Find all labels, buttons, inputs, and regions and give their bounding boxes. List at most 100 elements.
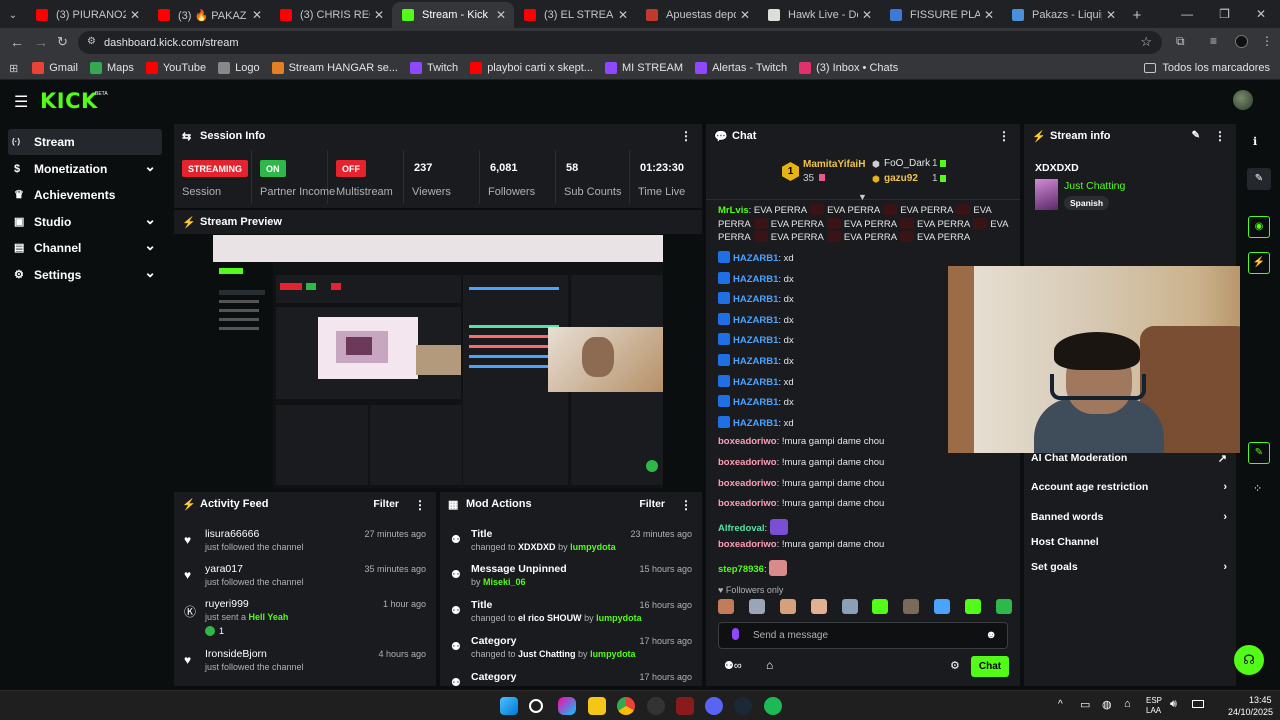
chat-users-icon[interactable]: ⚉∞ [724,659,742,672]
chat-message[interactable]: HAZARB1: dx [718,271,794,285]
hamburger-menu-icon[interactable]: ☰ [14,92,28,112]
browser-menu-icon[interactable]: ⋮ [1261,34,1273,48]
sidebar-item-stream[interactable]: (·) Stream [8,129,162,155]
windows-start-icon[interactable] [500,697,518,715]
mod-action-item[interactable]: ⚉ Category 17 hours ago [442,671,702,687]
sidebar-item-studio[interactable]: ▣ Studio ⌄ [8,209,162,235]
search-icon[interactable] [529,699,543,713]
bookmark-item[interactable]: Gmail [32,62,78,74]
edit-layout-icon[interactable]: ✎ [1247,168,1271,190]
chat-message[interactable]: boxeadoriwo: !mura gampi dame chou [718,457,884,468]
widget-icon-2[interactable]: ⚡ [1248,252,1270,274]
kick-logo[interactable]: KICK [40,89,98,113]
tab-close-icon[interactable]: ✕ [618,8,628,22]
bookmark-item[interactable]: Maps [89,62,134,74]
wifi-icon[interactable]: ◍ [1102,698,1112,711]
browser-tab[interactable]: (3) 🔥 PAKAZ HACE ✕ [148,2,270,28]
chevron-down-icon[interactable]: ⌄ [144,211,156,228]
collapse-leaderboard-icon[interactable]: ▼ [858,192,867,202]
chat-username[interactable]: HAZARB1 [733,315,778,326]
tab-search-button[interactable]: ⌄ [0,2,26,28]
chat-message[interactable]: HAZARB1: dx [718,333,794,346]
browser-tab[interactable]: Stream - Kick Dashbo ✕ [392,2,514,28]
chat-username[interactable]: boxeadoriwo [718,498,777,509]
chat-username[interactable]: step78936 [718,564,764,575]
app-icon-obs[interactable] [647,697,665,715]
chat-message[interactable]: HAZARB1: xd [718,374,794,388]
chat-username[interactable]: boxeadoriwo [718,436,777,447]
activity-item[interactable]: ♥ lisura66666 just followed the channel 27 … [174,528,436,564]
chat-username[interactable]: HAZARB1 [733,335,778,346]
battery-icon[interactable] [1192,700,1204,708]
tab-close-icon[interactable]: ✕ [984,8,994,22]
leaderboard-user-3[interactable]: gazu92 [884,173,918,184]
media-control-icon[interactable]: ≡ [1210,34,1217,48]
support-chat-icon[interactable]: ☊ [1234,645,1264,675]
chat-username[interactable]: Alfredoval [718,523,764,534]
tab-close-icon[interactable]: ✕ [374,8,384,22]
tab-close-icon[interactable]: ✕ [496,8,506,22]
spam-username[interactable]: MrLvis [718,205,749,216]
chat-message[interactable]: HAZARB1: xd [718,251,794,264]
browser-tab[interactable]: Hawk Live - Dota 2 m ✕ [758,2,880,28]
mod-action-item[interactable]: ⚉ Title changed to XDXDXD by lumpydota 23 m… [442,528,702,564]
copilot-icon[interactable] [558,697,576,715]
quick-action-banned-words[interactable]: Banned words › [1031,511,1231,525]
new-tab-button[interactable]: + [1124,2,1150,28]
browser-tab[interactable]: Apuestas deportivas ✕ [636,2,758,28]
emote-icon[interactable] [841,599,858,614]
browser-tab[interactable]: (3) CHRIS RECOGI ✕ [270,2,392,28]
profile-icon[interactable] [1235,35,1248,48]
sidebar-item-monetization[interactable]: $ Monetization ⌄ [8,156,162,182]
activity-item[interactable]: ♥ IronsideBjorn just followed the channel 4… [174,648,436,684]
edit-stream-info-icon[interactable]: ✎ [1192,130,1200,141]
chat-menu-icon[interactable]: ⋮ [998,129,1010,143]
apps-grid-icon[interactable]: ⁘ [1253,482,1262,495]
chevron-down-icon[interactable]: ⌄ [144,237,156,254]
category-thumbnail[interactable] [1035,179,1058,210]
sidebar-item-settings[interactable]: ⚙ Settings ⌄ [8,262,162,288]
activity-username[interactable]: lisura66666 [205,528,259,540]
quick-action-host-channel[interactable]: Host Channel [1031,536,1231,550]
chat-settings-icon[interactable]: ⚙ [950,659,960,672]
activity-username[interactable]: IronsideBjorn [205,648,267,660]
activity-item[interactable]: ♥ yara017 just followed the channel 35 minu… [174,563,436,599]
maximize-button[interactable]: ❐ [1219,7,1230,21]
bookmark-star-icon[interactable]: ☆ [1140,34,1152,50]
leaderboard-top-user[interactable]: MamitaYifaiH [803,159,865,170]
app-icon-red[interactable] [676,697,694,715]
mod-action-user[interactable]: lumpydota [590,649,636,659]
category-link[interactable]: Just Chatting [1064,180,1125,192]
chat-username[interactable]: boxeadoriwo [718,478,777,489]
spotify-icon[interactable] [764,697,782,715]
bookmark-item[interactable]: Twitch [410,62,458,74]
chat-username[interactable]: HAZARB1 [733,356,778,367]
tab-close-icon[interactable]: ✕ [130,8,140,22]
emote-icon[interactable] [810,599,827,614]
file-explorer-icon[interactable] [588,697,606,715]
browser-tab[interactable]: FISSURE PLAYGROU ✕ [880,2,1002,28]
chat-username[interactable]: boxeadoriwo [718,539,777,550]
chat-send-button[interactable]: Chat [971,656,1009,677]
apps-icon[interactable]: ⊞ [9,62,18,75]
activity-username[interactable]: ruyeri999 [205,598,249,610]
emote-icon[interactable] [779,599,796,614]
bookmark-item[interactable]: playboi carti x skept... [470,62,593,74]
chat-username[interactable]: HAZARB1 [733,377,778,388]
user-avatar[interactable] [1233,90,1253,110]
url-field[interactable]: ⚙ dashboard.kick.com/stream ☆ [78,31,1162,54]
sidebar-item-achievements[interactable]: ♛ Achievements [8,182,162,208]
stream-preview-video[interactable] [213,235,663,488]
chat-message[interactable]: HAZARB1: dx [718,292,794,305]
clock-time[interactable]: 13:45 [1249,695,1272,705]
chat-message[interactable]: step78936: [718,560,788,576]
chat-message[interactable]: HAZARB1: dx [718,395,794,408]
widget-icon-3[interactable]: ✎ [1248,442,1270,464]
minimize-button[interactable]: — [1181,7,1193,21]
chat-username[interactable]: HAZARB1 [733,294,778,305]
activity-item[interactable]: Ⓚruyeri999 just sent a Hell Yeah 1 1 hour a… [174,598,436,636]
emote-icon[interactable] [748,599,765,614]
emoji-icon[interactable]: ☻ [985,629,997,641]
kicks-link[interactable]: Hell Yeah [249,612,289,622]
browser-tab[interactable]: (3) PIURANO27 & KI ✕ [26,2,148,28]
